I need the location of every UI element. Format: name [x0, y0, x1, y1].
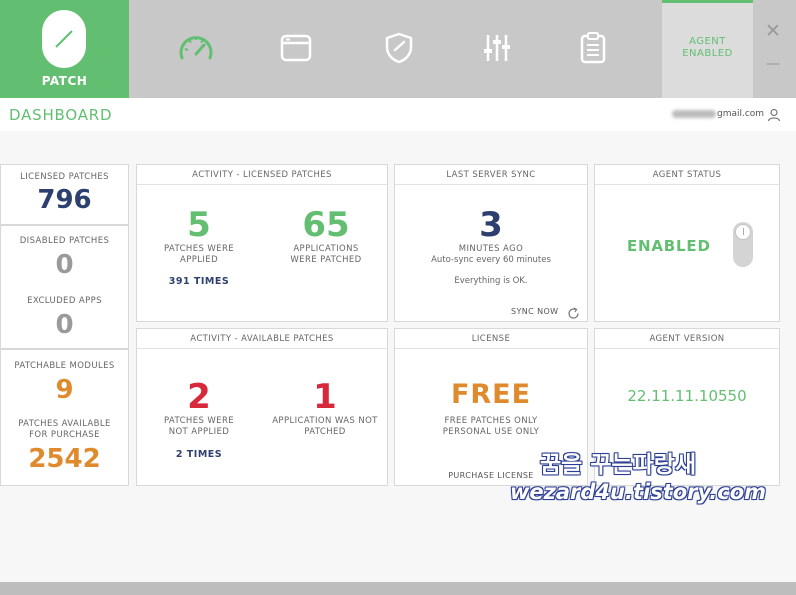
disabled-excluded-card: DISABLED PATCHES 0 EXCLUDED APPS 0: [0, 225, 129, 349]
patches-available-label-1: PATCHES AVAILABLE: [18, 419, 111, 429]
enabled-label: ENABLED: [682, 48, 733, 59]
license-label-1: FREE PATCHES ONLY: [444, 416, 538, 426]
activity-available-card: ACTIVITY - AVAILABLE PATCHES 2 PATCHES W…: [136, 328, 388, 486]
apps-patched-label-2: WERE PATCHED: [290, 255, 362, 265]
nav-sliders-icon[interactable]: [477, 28, 517, 68]
close-icon[interactable]: ✕: [758, 20, 788, 42]
sync-minutes-label: MINUTES AGO: [458, 244, 524, 254]
account-email[interactable]: gmail.com: [672, 109, 764, 119]
sync-minutes-value: 3: [479, 205, 503, 245]
toggle-knob: [735, 224, 751, 240]
app-not-patched-label-2: PATCHED: [304, 427, 346, 437]
apps-patched-label-1: APPLICATIONS: [293, 244, 359, 254]
patches-applied-label-2: APPLIED: [179, 255, 219, 265]
agent-label: AGENT: [689, 36, 726, 47]
disabled-patches-value: 0: [55, 250, 74, 280]
patches-applied-value: 5: [187, 205, 211, 245]
licensed-patches-card: LICENSED PATCHES 796: [0, 164, 129, 225]
page-title: DASHBOARD: [9, 106, 113, 124]
activity-licensed-card: ACTIVITY - LICENSED PATCHES 5 PATCHES WE…: [136, 164, 388, 322]
sync-now-button[interactable]: SYNC NOW: [511, 307, 558, 316]
app-not-patched-label-1: APPLICATION WAS NOT: [272, 416, 378, 426]
patches-applied-label-1: PATCHES WERE: [163, 244, 235, 254]
sync-status-text: Everything is OK.: [454, 276, 528, 286]
licensed-patches-label: LICENSED PATCHES: [20, 172, 109, 182]
watermark-korean: 꿈을 꾸는파랑새: [540, 452, 697, 478]
nav-window-icon[interactable]: [276, 28, 316, 68]
top-bar: PATCH AGENT ENABLED ✕ —: [0, 0, 796, 98]
patches-available-value: 2542: [28, 444, 101, 474]
patches-not-applied-label-1: PATCHES WERE: [163, 416, 235, 426]
patchable-modules-value: 9: [55, 375, 74, 405]
logo-label: PATCH: [41, 74, 88, 88]
agent-version-value: 22.11.11.10550: [627, 387, 747, 405]
nav-dashboard-speedometer-icon[interactable]: [176, 28, 216, 68]
watermark-url: wezard4u.tistory.com: [510, 480, 767, 504]
patches-not-applied-label-2: NOT APPLIED: [168, 427, 230, 437]
license-title: LICENSE: [395, 329, 587, 349]
agent-status-value: ENABLED: [627, 237, 711, 255]
email-domain: gmail.com: [717, 109, 765, 119]
minimize-icon[interactable]: —: [758, 56, 788, 72]
patch-logo-icon: [42, 10, 86, 68]
patchable-modules-card: PATCHABLE MODULES 9 PATCHES AVAILABLE FO…: [0, 349, 129, 486]
app-not-patched-value: 1: [313, 377, 337, 417]
excluded-apps-label: EXCLUDED APPS: [27, 296, 102, 306]
agent-status-title: AGENT STATUS: [595, 165, 779, 185]
applied-times: 391 TIMES: [168, 276, 230, 287]
last-server-sync-card: LAST SERVER SYNC 3 MINUTES AGO Auto-sync…: [394, 164, 588, 322]
auto-sync-text: Auto-sync every 60 minutes: [431, 255, 551, 265]
user-icon[interactable]: [767, 107, 781, 126]
license-value: FREE: [450, 379, 532, 410]
refresh-icon[interactable]: [567, 305, 580, 324]
nav-clipboard-icon[interactable]: [573, 28, 613, 68]
agent-toggle-switch[interactable]: [733, 222, 753, 267]
patchable-modules-label: PATCHABLE MODULES: [14, 361, 115, 371]
licensed-patches-value: 796: [37, 185, 92, 215]
excluded-apps-value: 0: [55, 310, 74, 340]
agent-enabled-text: AGENT ENABLED: [662, 36, 753, 60]
not-applied-times: 2 TIMES: [175, 449, 223, 460]
last-sync-title: LAST SERVER SYNC: [395, 165, 587, 185]
redacted-email: [672, 109, 716, 118]
logo-block[interactable]: PATCH: [0, 0, 129, 98]
patches-not-applied-value: 2: [187, 377, 211, 417]
license-label-2: PERSONAL USE ONLY: [442, 427, 540, 437]
apps-patched-value: 65: [302, 205, 350, 245]
nav-shield-icon[interactable]: [379, 28, 419, 68]
activity-licensed-title: ACTIVITY - LICENSED PATCHES: [137, 165, 387, 185]
agent-version-title: AGENT VERSION: [595, 329, 779, 349]
activity-available-title: ACTIVITY - AVAILABLE PATCHES: [137, 329, 387, 349]
agent-enabled-indicator[interactable]: AGENT ENABLED: [662, 0, 753, 98]
bottom-bar: [0, 582, 796, 595]
disabled-patches-label: DISABLED PATCHES: [19, 236, 110, 246]
patches-available-label-2: FOR PURCHASE: [29, 430, 100, 440]
